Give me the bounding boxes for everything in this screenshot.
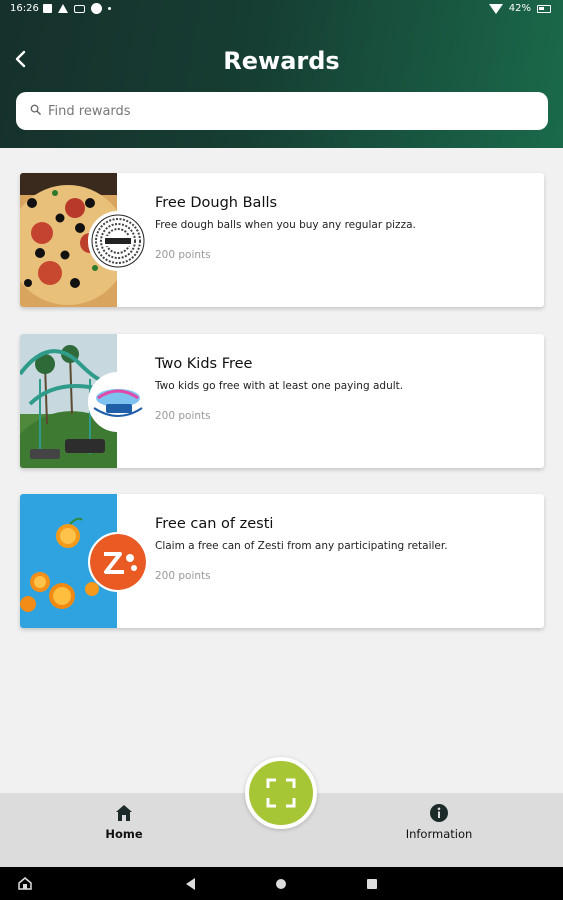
reward-title: Free Dough Balls	[155, 195, 278, 211]
reward-card-zesti[interactable]: Free can of zesti Claim a free can of Ze…	[20, 494, 544, 628]
header: 16:26 42% Rewards	[0, 0, 563, 148]
nav-home[interactable]: Home	[64, 803, 184, 841]
more-notifications-icon	[108, 7, 111, 10]
system-back-icon[interactable]	[186, 878, 195, 890]
system-nav-bar	[0, 867, 563, 900]
account-notification-icon	[91, 3, 102, 14]
reward-title: Free can of zesti	[155, 516, 274, 532]
nav-information[interactable]: Information	[379, 803, 499, 841]
reward-points: 200 points	[155, 570, 211, 582]
home-icon	[116, 805, 132, 821]
page-title: Rewards	[223, 47, 340, 75]
reward-description: Claim a free can of Zesti from any parti…	[155, 540, 448, 552]
status-bar: 16:26 42%	[0, 0, 563, 20]
photo-notification-icon	[43, 4, 52, 13]
reward-points: 200 points	[155, 410, 211, 422]
reward-title: Two Kids Free	[155, 356, 253, 372]
reward-description: Free dough balls when you buy any regula…	[155, 219, 416, 231]
zesti-logo	[88, 532, 148, 592]
theme-park-logo	[88, 372, 148, 432]
wifi-icon	[488, 3, 503, 14]
home-launcher-icon[interactable]	[18, 877, 32, 890]
info-icon	[430, 804, 448, 822]
search-input[interactable]	[48, 92, 528, 130]
pizzaexpress-logo	[88, 211, 148, 271]
reward-description: Two kids go free with at least one payin…	[155, 380, 404, 392]
scan-button[interactable]	[245, 757, 317, 829]
nav-home-label: Home	[105, 827, 143, 841]
system-home-icon[interactable]	[276, 879, 286, 889]
scan-icon	[266, 778, 296, 808]
reward-card-dough-balls[interactable]: Free Dough Balls Free dough balls when y…	[20, 173, 544, 307]
notification-icons	[43, 3, 111, 14]
system-recents-icon[interactable]	[367, 879, 377, 889]
status-time: 16:26	[10, 3, 39, 14]
search-icon	[30, 104, 41, 115]
reward-card-two-kids-free[interactable]: Two Kids Free Two kids go free with at l…	[20, 334, 544, 468]
search-box[interactable]	[16, 92, 548, 130]
cast-notification-icon	[74, 4, 85, 13]
warning-notification-icon	[58, 4, 68, 13]
battery-icon	[537, 4, 551, 13]
status-right: 42%	[488, 3, 551, 14]
reward-points: 200 points	[155, 249, 211, 261]
battery-percent: 42%	[508, 3, 531, 14]
nav-information-label: Information	[405, 827, 473, 841]
